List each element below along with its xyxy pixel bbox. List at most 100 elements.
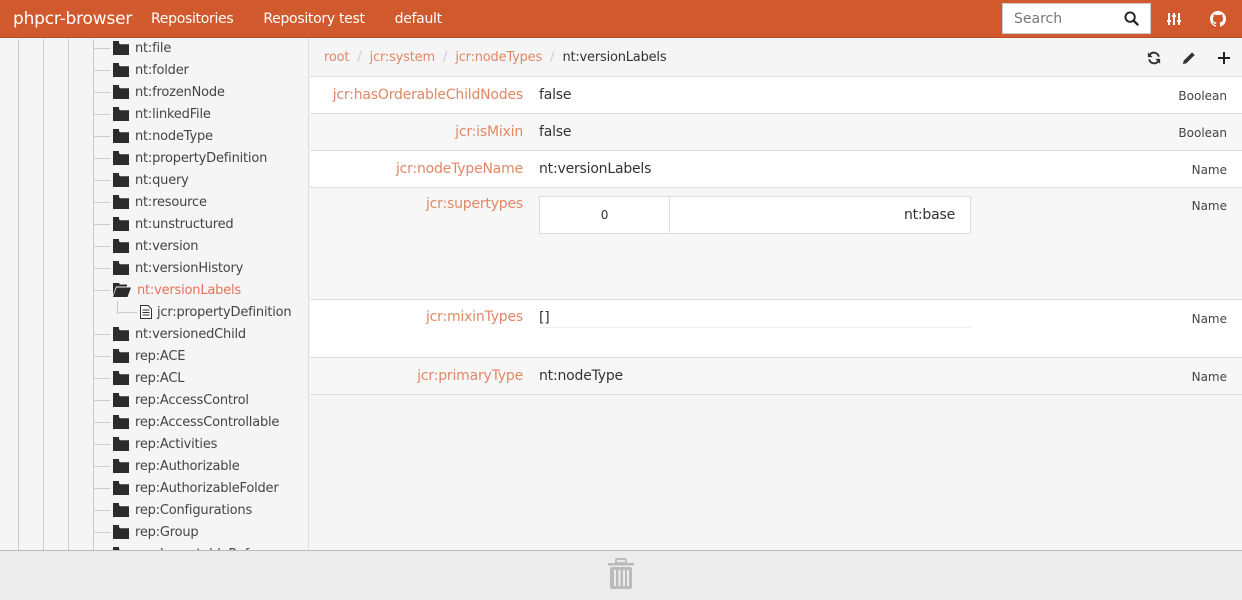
tree-item[interactable]: nt:versionLabels [93, 279, 241, 301]
property-value[interactable]: [] [539, 300, 971, 328]
property-name[interactable]: jcr:nodeTypeName [310, 161, 539, 177]
tree-item[interactable]: rep:AuthorizableFolder [93, 477, 279, 499]
tree-connector [93, 509, 110, 511]
property-type: Name [1191, 163, 1227, 177]
property-row: jcr:isMixin false Boolean [310, 114, 1242, 151]
main-panel: root / jcr:system / jcr:nodeTypes / nt:v… [310, 39, 1242, 550]
tree-connector [93, 333, 110, 335]
tree-item[interactable]: nt:linkedFile [93, 103, 211, 125]
folder-icon [113, 217, 129, 231]
property-name[interactable]: jcr:primaryType [310, 368, 539, 384]
add-plus-icon[interactable] [1214, 48, 1234, 68]
property-type: Name [1191, 199, 1227, 213]
tree-item-label: nt:propertyDefinition [135, 150, 268, 166]
tree-item[interactable]: nt:file [93, 39, 171, 59]
property-row: jcr:nodeTypeName nt:versionLabels Name [310, 151, 1242, 188]
tree-connector [93, 135, 110, 137]
nav-link-workspace[interactable]: default [395, 11, 442, 27]
tree-item[interactable]: nt:versionedChild [93, 323, 246, 345]
tree-item[interactable]: nt:version [93, 235, 199, 257]
property-name[interactable]: jcr:isMixin [310, 124, 539, 140]
tree-connector [93, 47, 110, 49]
property-type: Boolean [1178, 126, 1227, 140]
folder-icon [113, 63, 129, 77]
github-icon[interactable] [1208, 9, 1228, 29]
tree-item[interactable]: nt:query [93, 169, 189, 191]
file-icon [140, 305, 152, 319]
breadcrumb-jcr-system[interactable]: jcr:system [370, 50, 435, 65]
folder-icon [113, 129, 129, 143]
property-name[interactable]: jcr:supertypes [310, 188, 539, 299]
value-index: 0 [540, 197, 670, 233]
folder-open-icon [113, 283, 131, 297]
value-item[interactable]: nt:base [670, 197, 970, 233]
tree-connector [93, 113, 110, 115]
tree-item[interactable]: rep:Authorizable [93, 455, 240, 477]
tree-item[interactable]: rep:ACL [93, 367, 184, 389]
tree-item-label: nt:frozenNode [135, 84, 225, 100]
edit-pencil-icon[interactable] [1179, 48, 1199, 68]
navbar: phpcr-browser Repositories Repository te… [0, 0, 1242, 38]
folder-icon [113, 415, 129, 429]
breadcrumb-current: nt:versionLabels [562, 50, 667, 65]
property-row: jcr:supertypes 0 nt:base Name [310, 188, 1242, 300]
tree-item-label: nt:query [135, 172, 189, 188]
tree-item[interactable]: rep:ACE [93, 345, 185, 367]
nav-link-repository[interactable]: Repository test [263, 11, 365, 27]
property-name[interactable]: jcr:hasOrderableChildNodes [310, 87, 539, 103]
tree-item-label: nt:folder [135, 62, 189, 78]
tree-item[interactable]: nt:folder [93, 59, 189, 81]
property-value[interactable]: nt:versionLabels [539, 161, 1242, 177]
search-icon[interactable] [1121, 9, 1141, 29]
tree-item[interactable]: rep:AccessControllable [93, 411, 279, 433]
tree-item[interactable]: rep:Activities [93, 433, 217, 455]
breadcrumb-root[interactable]: root [324, 50, 349, 65]
tree-item[interactable]: nt:frozenNode [93, 81, 225, 103]
tree-item-label: rep:AccessControllable [135, 414, 280, 430]
search-input[interactable] [1003, 10, 1121, 27]
property-row: jcr:mixinTypes [] Name [310, 300, 1242, 358]
folder-icon [113, 195, 129, 209]
tree-item-label: rep:AuthorizableFolder [135, 480, 279, 496]
tree-item[interactable]: rep:Configurations [93, 499, 252, 521]
tree-item[interactable]: nt:unstructured [93, 213, 234, 235]
tree-connector [93, 487, 110, 489]
tree-connector [117, 311, 137, 313]
tree-item-label: nt:versionedChild [135, 326, 246, 342]
property-value[interactable]: false [539, 124, 1242, 140]
tree-item[interactable]: rep:Group [93, 521, 199, 543]
trash-icon[interactable] [607, 557, 635, 594]
tree-item[interactable]: nt:nodeType [93, 125, 213, 147]
folder-icon [113, 393, 129, 407]
nav-link-repositories[interactable]: Repositories [151, 11, 234, 27]
tree-item-label: jcr:propertyDefinition [157, 304, 292, 320]
breadcrumb-separator: / [550, 50, 555, 65]
tree-child-item[interactable]: jcr:propertyDefinition [117, 301, 292, 323]
folder-icon [113, 437, 129, 451]
brand-logo[interactable]: phpcr-browser [0, 9, 151, 29]
tree-item-label: nt:nodeType [135, 128, 213, 144]
refresh-icon[interactable] [1144, 48, 1164, 68]
tree-item[interactable]: nt:propertyDefinition [93, 147, 267, 169]
property-name[interactable]: jcr:mixinTypes [310, 300, 539, 357]
tree-connector [93, 465, 110, 467]
node-toolbar [1129, 48, 1242, 68]
tree-connector [93, 157, 110, 159]
tree-connector [93, 245, 110, 247]
tree-connector [93, 355, 110, 357]
property-value[interactable]: nt:nodeType [539, 368, 1242, 384]
breadcrumb-jcr-nodetypes[interactable]: jcr:nodeTypes [455, 50, 542, 65]
settings-sliders-icon[interactable] [1164, 9, 1184, 29]
tree-item[interactable]: rep:AccessControl [93, 389, 249, 411]
tree-item-label: rep:Activities [135, 436, 218, 452]
tree-item-label: rep:Group [135, 524, 199, 540]
folder-icon [113, 459, 129, 473]
folder-icon [113, 173, 129, 187]
tree-item[interactable]: nt:resource [93, 191, 207, 213]
tree-item[interactable]: nt:versionHistory [93, 257, 243, 279]
folder-icon [113, 525, 129, 539]
tree-item-label: nt:versionHistory [135, 260, 244, 276]
tree-item[interactable]: rep:ImmutableReference... [93, 543, 304, 550]
tree-guide-line [18, 39, 19, 550]
property-value[interactable]: false [539, 87, 1242, 103]
